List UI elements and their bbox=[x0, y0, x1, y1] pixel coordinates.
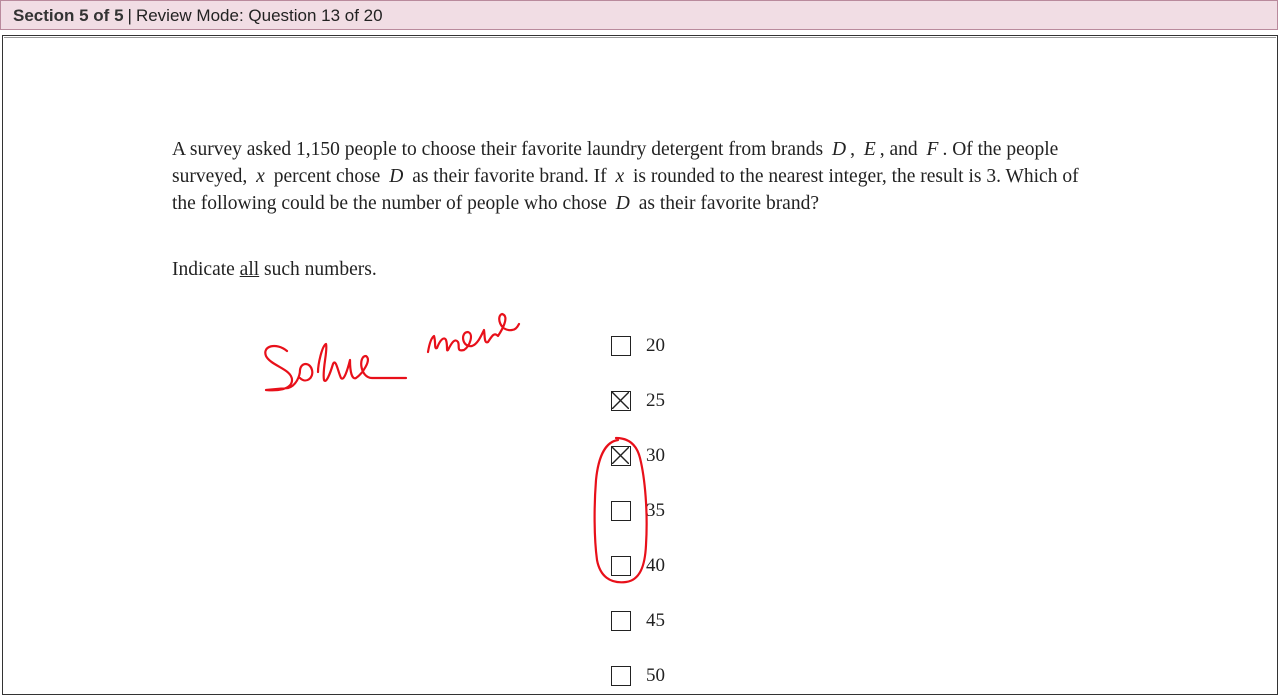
instruction-text: Indicate all such numbers. bbox=[172, 259, 377, 281]
survey-count: 1,150 bbox=[296, 139, 340, 160]
variable-x: x bbox=[615, 166, 625, 187]
checkbox[interactable] bbox=[611, 611, 631, 631]
checkbox[interactable] bbox=[611, 446, 631, 466]
answer-option[interactable]: 50 bbox=[611, 664, 665, 688]
instruction-fragment: such numbers. bbox=[259, 259, 377, 280]
instruction-emphasis: all bbox=[239, 259, 260, 280]
option-label: 20 bbox=[646, 335, 665, 356]
section-indicator: Section 5 of 5 bbox=[13, 6, 124, 25]
option-label: 35 bbox=[646, 500, 665, 521]
review-mode-label: Review Mode: Question 13 of 20 bbox=[135, 6, 383, 25]
question-fragment: , bbox=[850, 139, 855, 160]
section-header: Section 5 of 5 | Review Mode: Question 13 … bbox=[0, 0, 1278, 30]
variable-x: x bbox=[256, 166, 265, 187]
checkbox[interactable] bbox=[611, 666, 631, 686]
brand-d: D bbox=[831, 139, 847, 160]
question-frame bbox=[2, 35, 1278, 695]
answer-option[interactable]: 45 bbox=[611, 609, 665, 633]
option-label: 50 bbox=[646, 665, 665, 686]
checkbox-x-mark bbox=[612, 392, 629, 409]
checkbox[interactable] bbox=[611, 336, 631, 356]
question-fragment: , and bbox=[879, 139, 918, 160]
answer-option[interactable]: 35 bbox=[611, 499, 665, 523]
brand-d: D bbox=[389, 166, 404, 187]
answer-option[interactable]: 40 bbox=[611, 554, 665, 578]
instruction-fragment: Indicate bbox=[172, 259, 240, 280]
brand-d: D bbox=[615, 193, 630, 214]
option-label: 45 bbox=[646, 610, 665, 631]
checkbox[interactable] bbox=[611, 556, 631, 576]
brand-f: F bbox=[926, 139, 939, 160]
answer-option[interactable]: 30 bbox=[611, 444, 665, 468]
question-text: A survey asked 1,150 people to choose th… bbox=[172, 136, 1102, 217]
checkbox[interactable] bbox=[611, 391, 631, 411]
answer-option[interactable]: 20 bbox=[611, 334, 665, 358]
answer-option[interactable]: 25 bbox=[611, 389, 665, 413]
option-label: 40 bbox=[646, 555, 665, 576]
option-label: 25 bbox=[646, 390, 665, 411]
question-fragment: percent chose bbox=[273, 166, 381, 187]
option-label: 30 bbox=[646, 445, 665, 466]
question-fragment: people to choose their favorite laundry … bbox=[339, 139, 824, 160]
question-fragment: A survey asked bbox=[172, 139, 297, 160]
brand-e: E bbox=[863, 139, 876, 160]
question-fragment: as their favorite brand. If bbox=[412, 166, 607, 187]
checkbox-x-mark bbox=[612, 447, 629, 464]
checkbox[interactable] bbox=[611, 501, 631, 521]
header-separator: | bbox=[127, 6, 132, 25]
question-fragment: as their favorite brand? bbox=[638, 193, 819, 214]
